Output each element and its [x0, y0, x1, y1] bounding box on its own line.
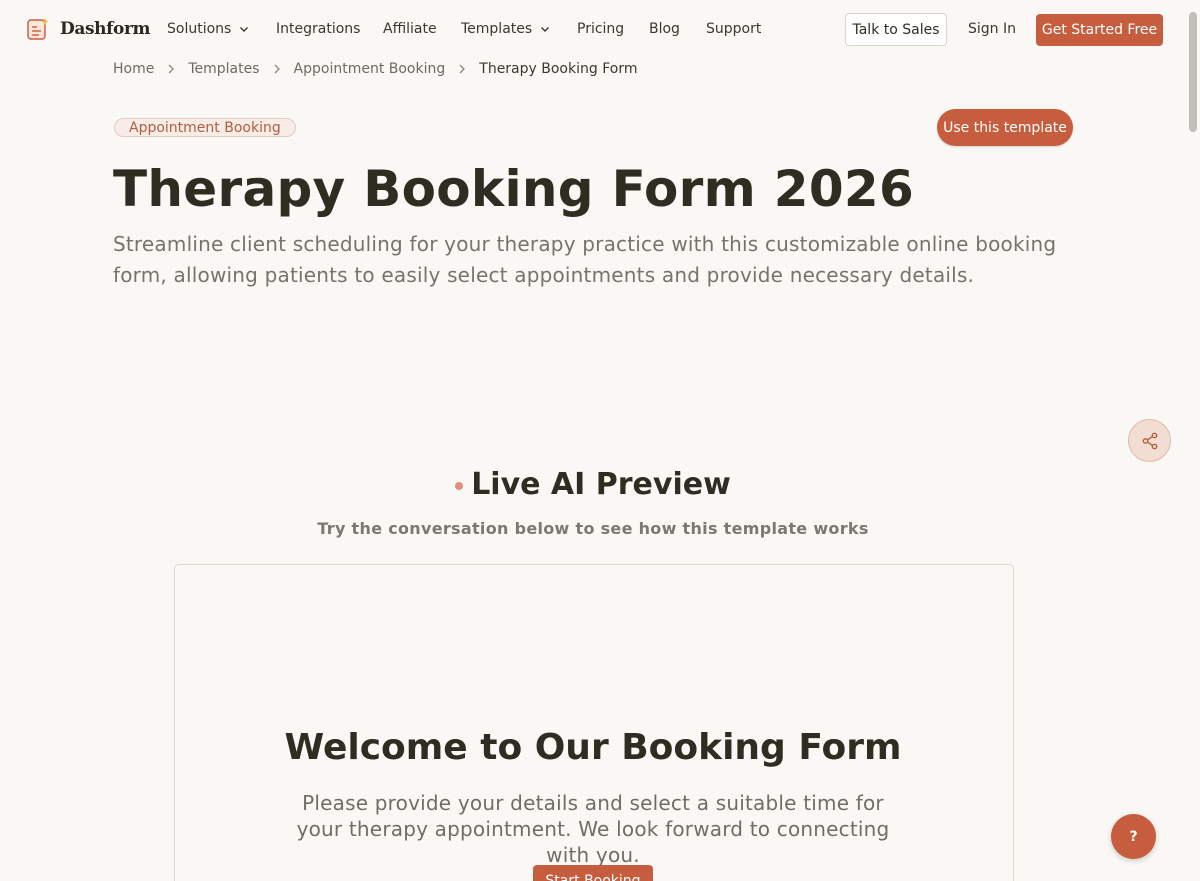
page-title: Therapy Booking Form 2026 [113, 160, 915, 218]
nav-pricing[interactable]: Pricing [577, 21, 624, 37]
category-badge[interactable]: Appointment Booking [114, 118, 296, 137]
breadcrumb-current: Therapy Booking Form [479, 61, 638, 77]
talk-to-sales-button[interactable]: Talk to Sales [845, 13, 947, 46]
top-nav: Dashform Solutions Integrations Affiliat… [0, 0, 1200, 60]
breadcrumb: Home Templates Appointment Booking Thera… [113, 61, 637, 77]
start-booking-button[interactable]: Start Booking [533, 865, 653, 881]
chevron-down-icon [240, 27, 249, 32]
use-template-button[interactable]: Use this template [937, 109, 1073, 146]
chevron-right-icon [274, 64, 280, 74]
preview-title: Live AI Preview [471, 467, 731, 502]
sign-in-link[interactable]: Sign In [968, 21, 1016, 37]
get-started-button[interactable]: Get Started Free [1036, 14, 1163, 46]
nav-support[interactable]: Support [706, 21, 761, 37]
chevron-right-icon [168, 64, 175, 74]
nav-solutions[interactable]: Solutions [167, 21, 249, 37]
breadcrumb-home[interactable]: Home [113, 61, 154, 77]
breadcrumb-templates[interactable]: Templates [188, 61, 259, 77]
preview-subtitle: Try the conversation below to see how th… [317, 519, 869, 538]
page-description: Streamline client scheduling for your th… [113, 232, 1057, 287]
form-title: Welcome to Our Booking Form [284, 727, 902, 768]
nav-blog[interactable]: Blog [649, 21, 680, 37]
chevron-right-icon [459, 64, 466, 74]
live-indicator-icon [455, 482, 464, 490]
share-button[interactable] [1128, 419, 1171, 462]
scrollbar[interactable] [1186, 0, 1200, 881]
chevron-down-icon [541, 27, 550, 32]
nav-templates-label: Templates [461, 21, 533, 37]
logo[interactable]: Dashform [26, 17, 150, 41]
nav-templates[interactable]: Templates [461, 21, 550, 37]
preview-heading: Live AI Preview [0, 467, 1186, 502]
nav-affiliate[interactable]: Affiliate [383, 21, 437, 37]
help-button[interactable]: ? [1111, 814, 1156, 859]
logo-text: Dashform [60, 19, 151, 39]
form-description: Please provide your details and select a… [296, 791, 890, 867]
share-icon [1142, 432, 1157, 449]
logo-form-icon [27, 18, 49, 40]
breadcrumb-appointment-booking[interactable]: Appointment Booking [294, 61, 446, 77]
nav-integrations[interactable]: Integrations [276, 21, 360, 37]
nav-solutions-label: Solutions [167, 21, 232, 37]
scrollbar-thumb[interactable] [1189, 12, 1197, 132]
